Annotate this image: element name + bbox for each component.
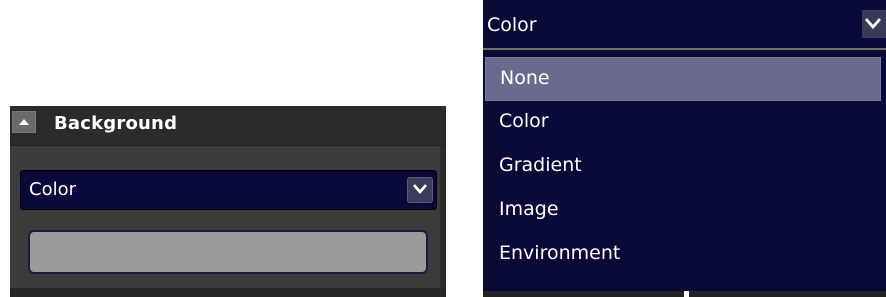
option-environment[interactable]: Environment [485, 233, 881, 277]
option-image[interactable]: Image [485, 189, 881, 233]
color-swatch[interactable] [28, 230, 428, 274]
dropdown-selected-value: Color [487, 14, 537, 36]
resize-nub [684, 291, 689, 297]
dropdown-toggle-button[interactable] [407, 177, 433, 203]
option-color[interactable]: Color [485, 101, 881, 145]
panel-edge [440, 146, 446, 297]
chevron-down-icon [865, 18, 881, 29]
dropdown-toggle-button[interactable] [862, 10, 886, 38]
option-gradient[interactable]: Gradient [485, 145, 881, 189]
dropdown-separator [483, 48, 886, 50]
collapse-button[interactable] [12, 111, 36, 133]
collapse-up-icon [19, 119, 29, 125]
background-type-select[interactable]: Color [20, 170, 437, 210]
panel-divider [10, 288, 446, 297]
background-panel-header: Background [10, 106, 446, 146]
chevron-down-icon [413, 184, 427, 194]
dropdown-header[interactable]: Color [483, 0, 886, 48]
background-panel: Background Color [10, 106, 446, 297]
dropdown-bottom-edge [483, 291, 886, 297]
dropdown-options-list: None Color Gradient Image Environment [485, 57, 881, 277]
option-none[interactable]: None [485, 57, 881, 101]
background-type-value: Color [29, 179, 76, 200]
panel-title: Background [54, 113, 178, 134]
background-type-dropdown-open: Color None Color Gradient Image Environm… [483, 0, 886, 297]
